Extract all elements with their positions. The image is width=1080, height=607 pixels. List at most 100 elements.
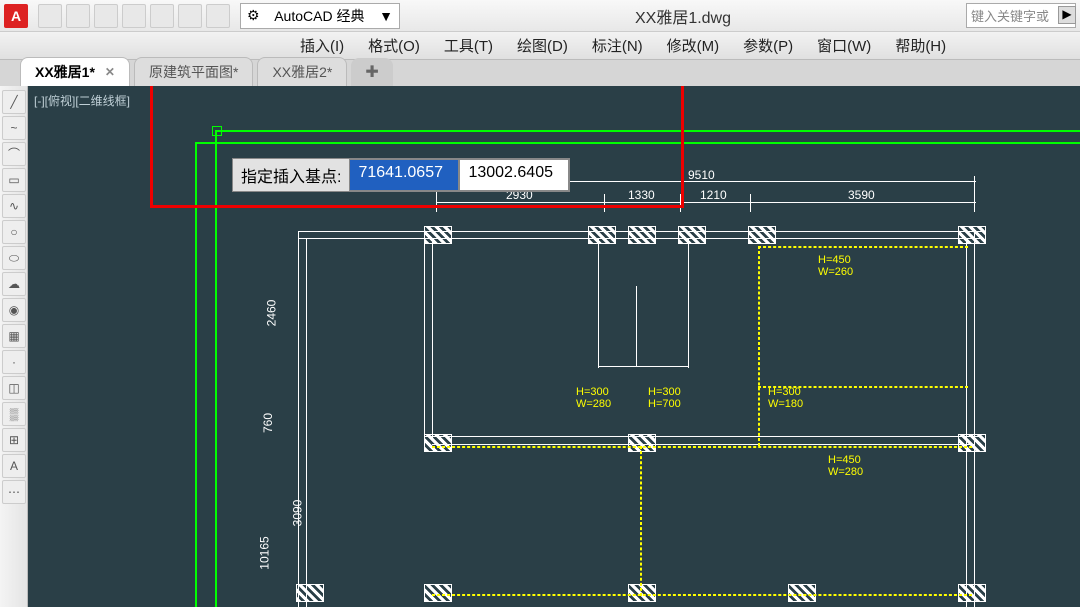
app-logo: A (4, 4, 28, 28)
column (296, 584, 324, 602)
draw-toolbar: ╱ ~ ⌒ ▭ ∿ ○ ⬭ ☁ ◉ ▦ · ◫ ▒ ⊞ A ⋯ (0, 86, 28, 607)
quick-access-toolbar (38, 4, 230, 28)
qat-more-icon[interactable] (206, 4, 230, 28)
dimension-text: 760 (261, 413, 275, 433)
doc-tab-1[interactable]: XX雅居1* ✕ (20, 57, 130, 86)
wall (974, 231, 975, 607)
more-tool-icon[interactable]: ⋯ (2, 480, 26, 504)
wall (424, 231, 425, 441)
annotation-text: H=450 W=280 (828, 454, 863, 478)
column (958, 434, 986, 452)
wall (636, 286, 637, 366)
point-tool-icon[interactable]: · (2, 350, 26, 374)
hidden-line (432, 446, 972, 448)
column (678, 226, 706, 244)
dimension-text: 9510 (688, 168, 715, 182)
column (958, 226, 986, 244)
tab-label: 原建筑平面图* (149, 62, 238, 82)
annotation-text: H=300 H=700 (648, 386, 681, 410)
menu-draw[interactable]: 绘图(D) (517, 35, 568, 56)
column (424, 226, 452, 244)
text-tool-icon[interactable]: A (2, 454, 26, 478)
wall (688, 238, 689, 368)
polyline-tool-icon[interactable]: ~ (2, 116, 26, 140)
nav-arrow-icon[interactable]: ▶ (1058, 6, 1076, 24)
workspace-dropdown[interactable]: ⚙ AutoCAD 经典 ▼ (240, 3, 400, 29)
qat-undo-icon[interactable] (122, 4, 146, 28)
column (788, 584, 816, 602)
tab-label: XX雅居2* (272, 62, 332, 82)
menu-insert[interactable]: 插入(I) (300, 35, 344, 56)
wall (432, 238, 433, 438)
column (748, 226, 776, 244)
donut-tool-icon[interactable]: ◉ (2, 298, 26, 322)
annotation-text: H=450 W=260 (818, 254, 853, 278)
arc-tool-icon[interactable]: ⌒ (2, 142, 26, 166)
hidden-line (640, 446, 642, 596)
document-tabbar: XX雅居1* ✕ 原建筑平面图* XX雅居2* ✚ (0, 60, 1080, 86)
menu-param[interactable]: 参数(P) (743, 35, 793, 56)
block-tool-icon[interactable]: ◫ (2, 376, 26, 400)
wall (424, 436, 982, 437)
tab-label: XX雅居1* (35, 62, 95, 82)
dimension-text: 1210 (700, 188, 727, 202)
column (628, 226, 656, 244)
menu-tools[interactable]: 工具(T) (444, 35, 493, 56)
annotation-text: H=300 W=180 (768, 386, 803, 410)
column (628, 434, 656, 452)
qat-save-icon[interactable] (94, 4, 118, 28)
hidden-line (758, 246, 968, 248)
column (628, 584, 656, 602)
line-tool-icon[interactable]: ╱ (2, 90, 26, 114)
qat-print-icon[interactable] (178, 4, 202, 28)
dimension-text: 2460 (264, 300, 278, 327)
drawing-canvas[interactable]: [-][俯视][二维线框] 9510 2930 1330 1210 3590 2… (28, 86, 1080, 607)
menu-format[interactable]: 格式(O) (368, 35, 420, 56)
column (424, 584, 452, 602)
rect-tool-icon[interactable]: ▭ (2, 168, 26, 192)
wall (966, 238, 967, 607)
workspace-label: AutoCAD 经典 (274, 6, 364, 26)
wall (298, 231, 299, 607)
qat-redo-icon[interactable] (150, 4, 174, 28)
wall (598, 366, 688, 367)
dimension-text: 3590 (848, 188, 875, 202)
doc-tab-2[interactable]: 原建筑平面图* (134, 57, 253, 86)
wall (598, 238, 599, 368)
qat-open-icon[interactable] (66, 4, 90, 28)
cloud-tool-icon[interactable]: ☁ (2, 272, 26, 296)
menu-dim[interactable]: 标注(N) (592, 35, 643, 56)
wall (432, 444, 974, 445)
hatch-tool-icon[interactable]: ▦ (2, 324, 26, 348)
wall (306, 238, 307, 607)
dimension-text: 10165 (258, 536, 272, 569)
annotation-text: H=300 W=280 (576, 386, 611, 410)
table-tool-icon[interactable]: ⊞ (2, 428, 26, 452)
column (958, 584, 986, 602)
qat-new-icon[interactable] (38, 4, 62, 28)
annotation-highlight (150, 86, 684, 208)
column (424, 434, 452, 452)
circle-tool-icon[interactable]: ○ (2, 220, 26, 244)
viewport-label: [-][俯视][二维线框] (34, 92, 130, 109)
dimension-tick (750, 194, 751, 212)
close-icon[interactable]: ✕ (105, 65, 115, 79)
spline-tool-icon[interactable]: ∿ (2, 194, 26, 218)
column (588, 226, 616, 244)
doc-tab-3[interactable]: XX雅居2* (257, 57, 347, 86)
menubar: 插入(I) 格式(O) 工具(T) 绘图(D) 标注(N) 修改(M) 参数(P… (0, 32, 1080, 60)
menu-window[interactable]: 窗口(W) (817, 35, 871, 56)
workarea: ╱ ~ ⌒ ▭ ∿ ○ ⬭ ☁ ◉ ▦ · ◫ ▒ ⊞ A ⋯ [-][俯视][… (0, 86, 1080, 607)
drawing-line (195, 144, 197, 607)
hidden-line (432, 594, 972, 596)
new-tab-button[interactable]: ✚ (351, 58, 392, 86)
titlebar: A ⚙ AutoCAD 经典 ▼ XX雅居1.dwg ▶ 键入关键字或 (0, 0, 1080, 32)
ellipse-tool-icon[interactable]: ⬭ (2, 246, 26, 270)
region-tool-icon[interactable]: ▒ (2, 402, 26, 426)
document-title: XX雅居1.dwg (400, 4, 966, 28)
menu-help[interactable]: 帮助(H) (895, 35, 946, 56)
hidden-line (758, 246, 760, 446)
chevron-down-icon: ▼ (379, 8, 393, 24)
dimension-tick (974, 176, 975, 212)
menu-modify[interactable]: 修改(M) (667, 35, 720, 56)
